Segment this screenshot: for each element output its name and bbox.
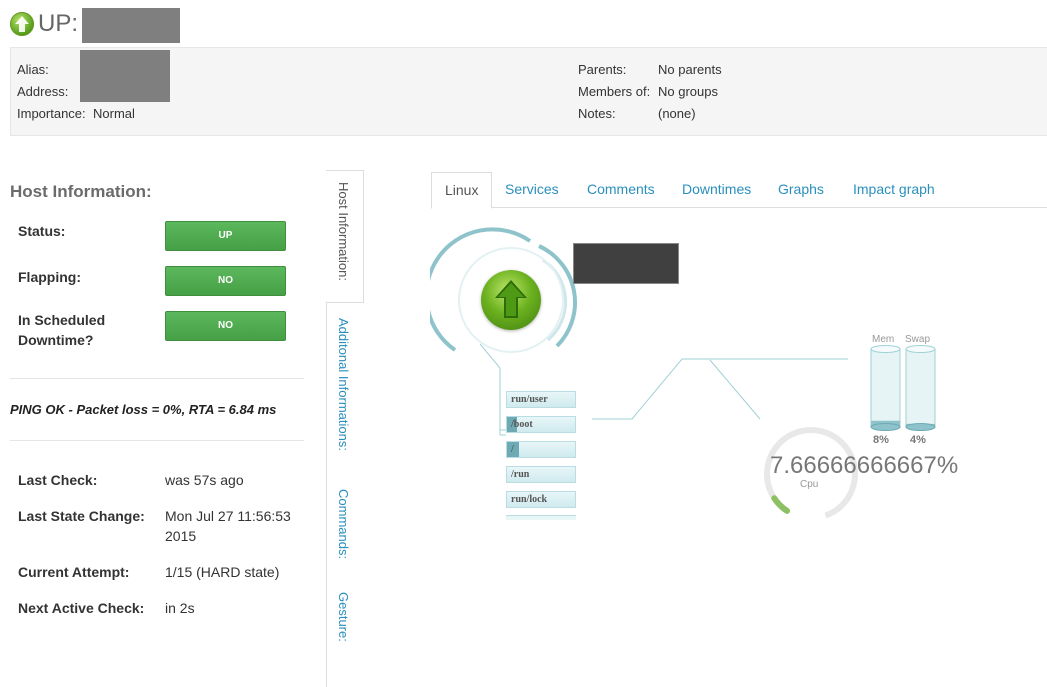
scheduled-downtime-badge: NO <box>165 311 286 341</box>
tab-services[interactable]: Services <box>492 172 572 207</box>
last-check-label: Last Check: <box>18 472 98 488</box>
cpu-value: 7.66666666667% <box>770 452 959 479</box>
filesystem-bar: run/lock <box>506 491 576 508</box>
connector-line <box>709 359 761 420</box>
mem-swap-cylinders <box>870 345 936 431</box>
host-state-label: UP: <box>38 10 79 37</box>
vtab-host-information-label[interactable]: Host Information: <box>336 182 351 281</box>
last-state-change-value: Mon Jul 27 11:56:53 2015 <box>165 506 291 546</box>
address-label: Address: <box>17 84 69 99</box>
fs-label: /boot <box>511 419 533 430</box>
next-active-check-label: Next Active Check: <box>18 600 145 616</box>
alias-label: Alias: <box>17 62 49 77</box>
filesystem-bar: /run <box>506 466 576 483</box>
redacted-host-label <box>573 243 679 284</box>
next-active-check-value: in 2s <box>165 600 195 616</box>
tab-downtimes[interactable]: Downtimes <box>669 172 764 207</box>
divider <box>10 378 304 379</box>
filesystem-bar-partial <box>506 515 576 520</box>
filesystem-bar: / <box>506 441 576 458</box>
current-attempt-value: 1/15 (HARD state) <box>165 564 280 580</box>
parents-label: Parents: <box>578 62 627 77</box>
connector-line <box>592 358 848 420</box>
swap-percent: 4% <box>910 434 926 446</box>
scheduled-downtime-label-line1: In Scheduled <box>18 312 106 328</box>
scheduled-downtime-label: In Scheduled Downtime? <box>18 310 105 350</box>
last-state-change-line1: Mon Jul 27 11:56:53 <box>165 508 291 524</box>
redacted-alias-address <box>80 50 170 102</box>
swap-cylinder <box>905 345 936 431</box>
fs-label: run/lock <box>511 494 548 505</box>
parents-value: No parents <box>658 62 722 77</box>
connector-line <box>479 343 506 431</box>
notes-label: Notes: <box>578 106 616 121</box>
fs-label: /run <box>511 469 530 480</box>
notes-value: (none) <box>658 106 696 121</box>
filesystem-bar: /boot <box>506 416 576 433</box>
tabs-border <box>431 207 1047 208</box>
vtab-additional-informations[interactable]: Additonal Informations: <box>336 318 351 451</box>
importance-label: Importance: <box>17 106 86 121</box>
mem-percent: 8% <box>873 434 889 446</box>
mem-cylinder <box>870 345 901 431</box>
host-information-title: Host Information: <box>10 182 152 201</box>
tab-comments[interactable]: Comments <box>574 172 668 207</box>
redacted-hostname <box>82 8 180 43</box>
importance-value: Normal <box>93 106 135 121</box>
last-state-change-line2: 2015 <box>165 528 197 544</box>
cpu-label: Cpu <box>800 479 819 490</box>
plugin-output: PING OK - Packet loss = 0%, RTA = 6.84 m… <box>10 402 277 417</box>
tab-impact-graph[interactable]: Impact graph <box>840 172 948 207</box>
last-state-change-label: Last State Change: <box>18 508 145 524</box>
vtab-commands[interactable]: Commands: <box>336 489 351 559</box>
current-attempt-label: Current Attempt: <box>18 564 130 580</box>
members-of-value: No groups <box>658 84 718 99</box>
flapping-label: Flapping: <box>18 269 81 285</box>
last-check-value: was 57s ago <box>165 472 244 488</box>
vtab-gesture[interactable]: Gesture: <box>336 592 351 642</box>
status-badge: UP <box>165 221 286 251</box>
host-up-icon <box>10 12 34 36</box>
fs-label: run/user <box>511 394 548 405</box>
status-label: Status: <box>18 223 66 239</box>
divider <box>10 440 304 441</box>
scheduled-downtime-label-line2: Downtime? <box>18 332 94 348</box>
filesystem-bar: run/user <box>506 391 576 408</box>
fs-label: / <box>511 444 514 455</box>
members-of-label: Members of: <box>578 84 651 99</box>
flapping-badge: NO <box>165 266 286 296</box>
tab-graphs[interactable]: Graphs <box>765 172 837 207</box>
host-up-big-icon <box>481 270 541 330</box>
tab-linux[interactable]: Linux <box>431 172 493 209</box>
